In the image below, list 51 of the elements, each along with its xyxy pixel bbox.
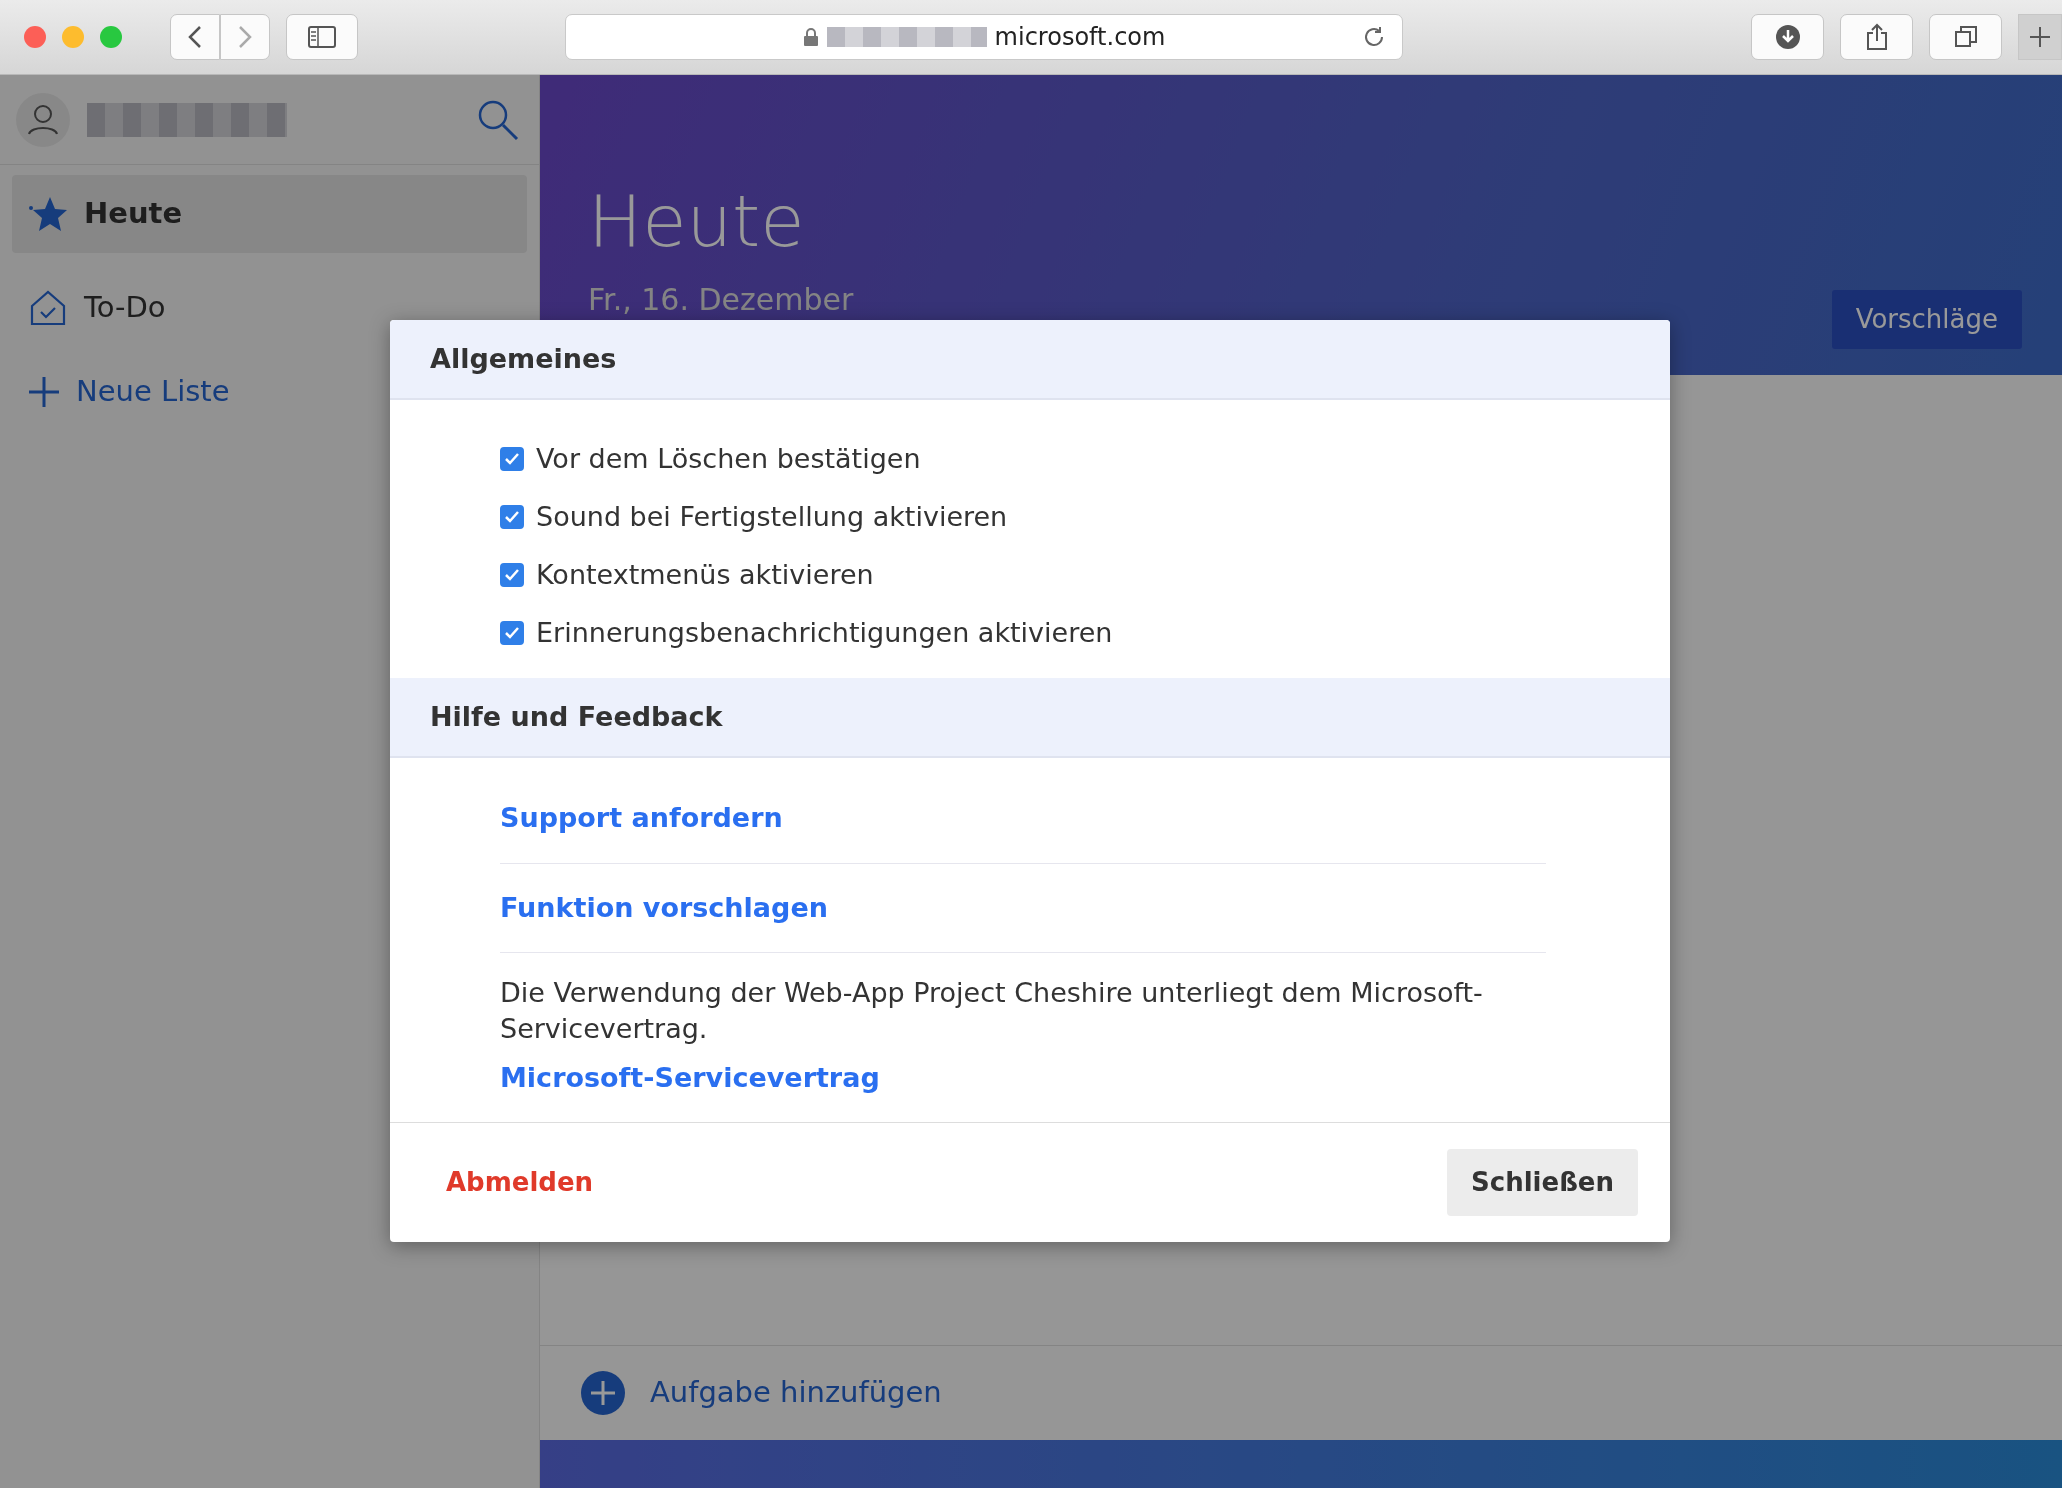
checkbox[interactable] xyxy=(500,563,524,587)
address-text: microsoft.com xyxy=(994,22,1166,53)
date-text: Fr., 16. Dezember xyxy=(588,281,854,319)
checkbox[interactable] xyxy=(500,621,524,645)
back-button[interactable] xyxy=(170,14,220,60)
share-icon xyxy=(1865,23,1888,51)
checkbox-option[interactable]: Erinnerungsbenachrichtigungen aktivieren xyxy=(500,604,1560,662)
tabs-overview-button[interactable] xyxy=(1929,14,2002,60)
new-tab-button[interactable] xyxy=(2018,14,2062,60)
checkmark-icon xyxy=(504,510,520,524)
sidebar-item[interactable]: Heute xyxy=(12,175,527,253)
checkbox-option[interactable]: Kontextmenüs aktivieren xyxy=(500,546,1560,604)
checkmark-icon xyxy=(504,626,520,640)
option-label: Sound bei Fertigstellung aktivieren xyxy=(536,499,1008,534)
checkbox-option[interactable]: Vor dem Löschen bestätigen xyxy=(500,430,1560,488)
plus-circle-icon xyxy=(580,1370,626,1416)
reload-icon[interactable] xyxy=(1362,25,1386,49)
checkmark-icon xyxy=(504,452,520,466)
sidebar-icon xyxy=(308,26,336,48)
sidebar-toggle-button[interactable] xyxy=(286,14,358,60)
plus-icon xyxy=(2029,26,2051,48)
section-heading: Hilfe und Feedback xyxy=(390,678,1670,758)
help-link[interactable]: Support anfordern xyxy=(500,774,1546,864)
page-title: Heute xyxy=(588,185,806,257)
address-bar[interactable]: microsoft.com xyxy=(565,14,1403,60)
tabs-icon xyxy=(1953,25,1978,49)
close-button[interactable]: Schließen xyxy=(1447,1149,1638,1216)
option-label: Kontextmenüs aktivieren xyxy=(536,557,874,592)
option-label: Erinnerungsbenachrichtigungen aktivieren xyxy=(536,615,1113,650)
search-icon[interactable] xyxy=(477,98,519,141)
checkbox[interactable] xyxy=(500,447,524,471)
chevron-right-icon xyxy=(238,25,252,49)
lock-icon xyxy=(802,27,819,47)
share-button[interactable] xyxy=(1840,14,1913,60)
notice-text: Die Verwendung der Web-App Project Cheshire unterliegt dem Microsoft-Servicevertrag. xyxy=(500,976,1484,1047)
checkbox-option[interactable]: Sound bei Fertigstellung aktivieren xyxy=(500,488,1560,546)
plus-icon xyxy=(28,376,60,408)
help-link[interactable]: Funktion vorschlagen xyxy=(500,863,1546,953)
checkbox[interactable] xyxy=(500,505,524,529)
option-label: Vor dem Löschen bestätigen xyxy=(536,441,921,476)
chevron-left-icon xyxy=(188,25,202,49)
window-control-button[interactable] xyxy=(24,26,46,48)
download-button[interactable] xyxy=(1751,14,1824,60)
house-icon xyxy=(28,288,68,328)
checkmark-icon xyxy=(504,568,520,582)
sign-out-button[interactable]: Abmelden xyxy=(446,1163,594,1202)
avatar-icon xyxy=(15,91,71,148)
download-icon xyxy=(1774,24,1801,50)
agreement-link[interactable]: Microsoft-Servicevertrag xyxy=(500,1057,880,1099)
section-heading: Allgemeines xyxy=(390,320,1670,400)
suggestions-button[interactable]: Vorschläge xyxy=(1831,290,2022,349)
